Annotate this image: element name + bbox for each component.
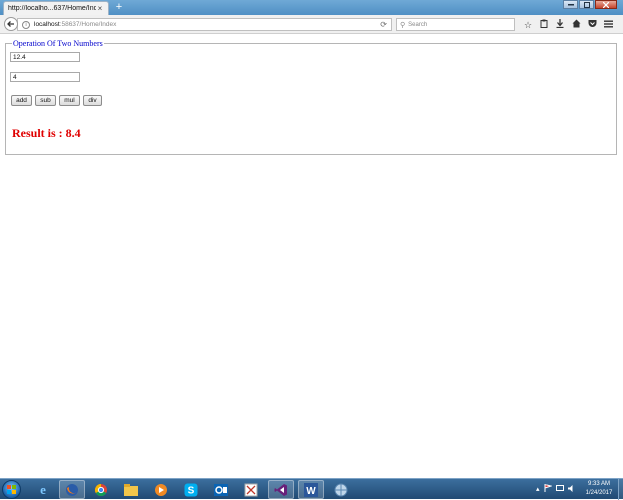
info-icon[interactable]: i xyxy=(22,20,30,29)
skype-icon[interactable]: S xyxy=(178,480,204,499)
snipping-tool-icon[interactable] xyxy=(238,480,264,499)
minimize-icon xyxy=(567,4,574,6)
clock-date: 1/24/2017 xyxy=(585,490,613,496)
url-path: :58637/Home/Index xyxy=(59,21,117,28)
file-explorer-icon[interactable] xyxy=(118,480,144,499)
reload-icon[interactable]: ⟳ xyxy=(380,20,387,29)
svg-text:S: S xyxy=(188,485,195,496)
internet-explorer-icon[interactable]: e xyxy=(30,480,56,499)
search-bar[interactable]: ⚲ Search xyxy=(396,18,515,31)
start-button[interactable] xyxy=(2,480,21,499)
outlook-icon[interactable] xyxy=(208,480,234,499)
action-center-flag-icon[interactable] xyxy=(544,484,553,494)
add-button[interactable]: add xyxy=(11,95,32,106)
sub-button[interactable]: sub xyxy=(35,95,56,106)
url-host: localhost xyxy=(34,21,60,28)
tray-arrow-icon[interactable]: ▴ xyxy=(536,485,540,493)
star-icon[interactable]: ☆ xyxy=(520,19,536,31)
window-controls xyxy=(562,0,617,9)
search-icon: ⚲ xyxy=(400,21,406,29)
tab-title: http://localho...637/Home/Index xyxy=(8,5,96,12)
close-window-button[interactable] xyxy=(595,0,617,9)
back-arrow-icon xyxy=(7,21,14,27)
download-icon[interactable] xyxy=(552,19,568,31)
fieldset-legend: Operation Of Two Numbers xyxy=(12,39,104,48)
home-icon[interactable] xyxy=(568,19,584,31)
close-icon xyxy=(603,1,609,8)
windows-taskbar: e S W ▴ 9:33 AM 1/24/2017 xyxy=(0,478,623,500)
operation-fieldset: Operation Of Two Numbers add sub mul div… xyxy=(5,39,617,155)
system-tray: ▴ xyxy=(536,484,580,494)
network-icon[interactable] xyxy=(555,484,564,494)
browser-navbar: i localhost:58637/Home/Index ⟳ ⚲ Search … xyxy=(0,15,623,34)
minimize-button[interactable] xyxy=(563,0,578,9)
word-icon[interactable]: W xyxy=(298,480,324,499)
windows-logo-icon xyxy=(7,485,16,494)
number2-input[interactable] xyxy=(10,72,80,82)
media-player-icon[interactable] xyxy=(148,480,174,499)
tab-close-icon[interactable]: × xyxy=(96,4,104,13)
new-tab-button[interactable]: + xyxy=(113,1,125,14)
clipboard-icon[interactable] xyxy=(536,19,552,31)
network-tool-icon[interactable] xyxy=(328,480,354,499)
browser-toolbar-icons: ☆ xyxy=(520,19,616,31)
address-bar[interactable]: i localhost:58637/Home/Index ⟳ xyxy=(17,18,392,31)
div-button[interactable]: div xyxy=(83,95,102,106)
taskbar-clock[interactable]: 9:33 AM 1/24/2017 xyxy=(582,480,616,498)
firefox-icon[interactable] xyxy=(59,480,85,499)
search-placeholder: Search xyxy=(408,21,428,28)
svg-text:W: W xyxy=(306,486,316,497)
volume-icon[interactable] xyxy=(567,484,576,494)
number1-input[interactable] xyxy=(10,52,80,62)
browser-tab[interactable]: http://localho...637/Home/Index × xyxy=(3,1,109,15)
maximize-button[interactable] xyxy=(579,0,594,9)
result-text: Result is : 8.4 xyxy=(12,126,81,140)
browser-titlebar: http://localho...637/Home/Index × + xyxy=(0,0,623,15)
show-desktop-button[interactable] xyxy=(618,479,623,500)
back-button[interactable] xyxy=(4,17,18,31)
clock-time: 9:33 AM xyxy=(587,481,610,487)
chrome-icon[interactable] xyxy=(88,480,114,499)
maximize-icon xyxy=(583,1,590,8)
menu-icon[interactable] xyxy=(600,19,616,31)
visual-studio-icon[interactable] xyxy=(268,480,294,499)
mul-button[interactable]: mul xyxy=(59,95,80,106)
pocket-icon[interactable] xyxy=(584,19,600,31)
